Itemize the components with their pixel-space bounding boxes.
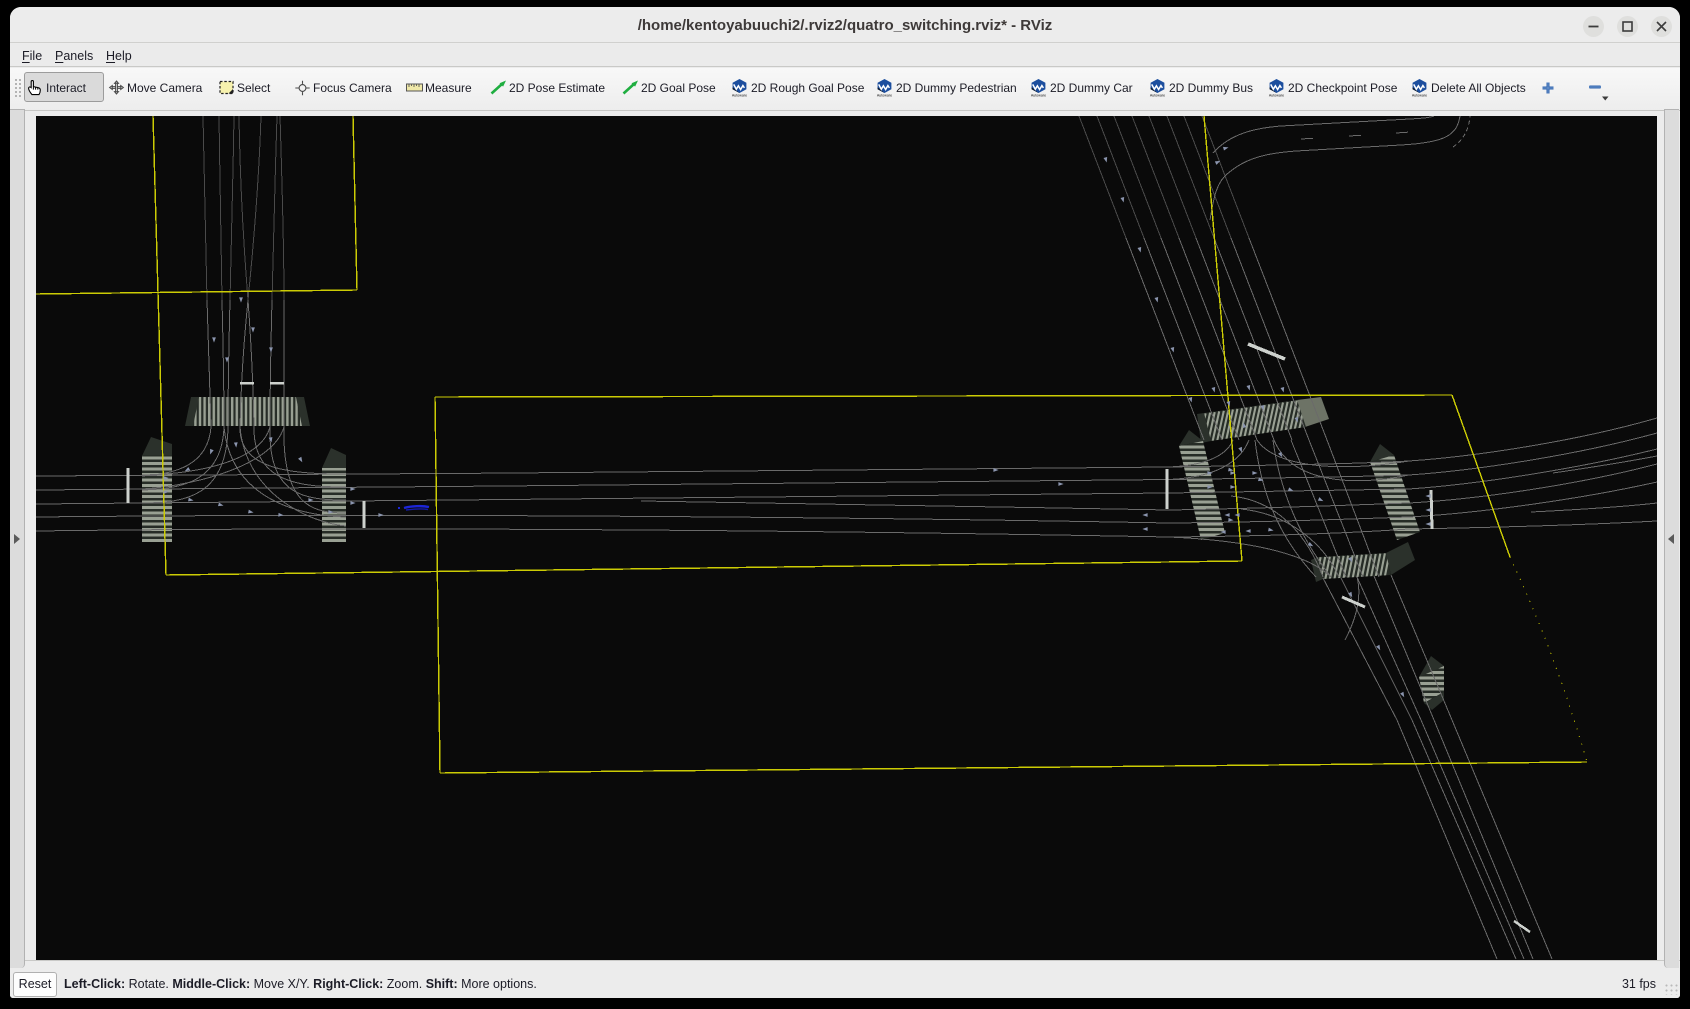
svg-text:Autoware: Autoware (1269, 93, 1284, 97)
svg-text:Autoware: Autoware (1412, 93, 1427, 97)
svg-text:Autoware: Autoware (877, 93, 892, 97)
svg-text:Autoware: Autoware (1031, 93, 1046, 97)
svg-text:Autoware: Autoware (1150, 93, 1165, 97)
svg-text:Autoware: Autoware (732, 93, 747, 97)
